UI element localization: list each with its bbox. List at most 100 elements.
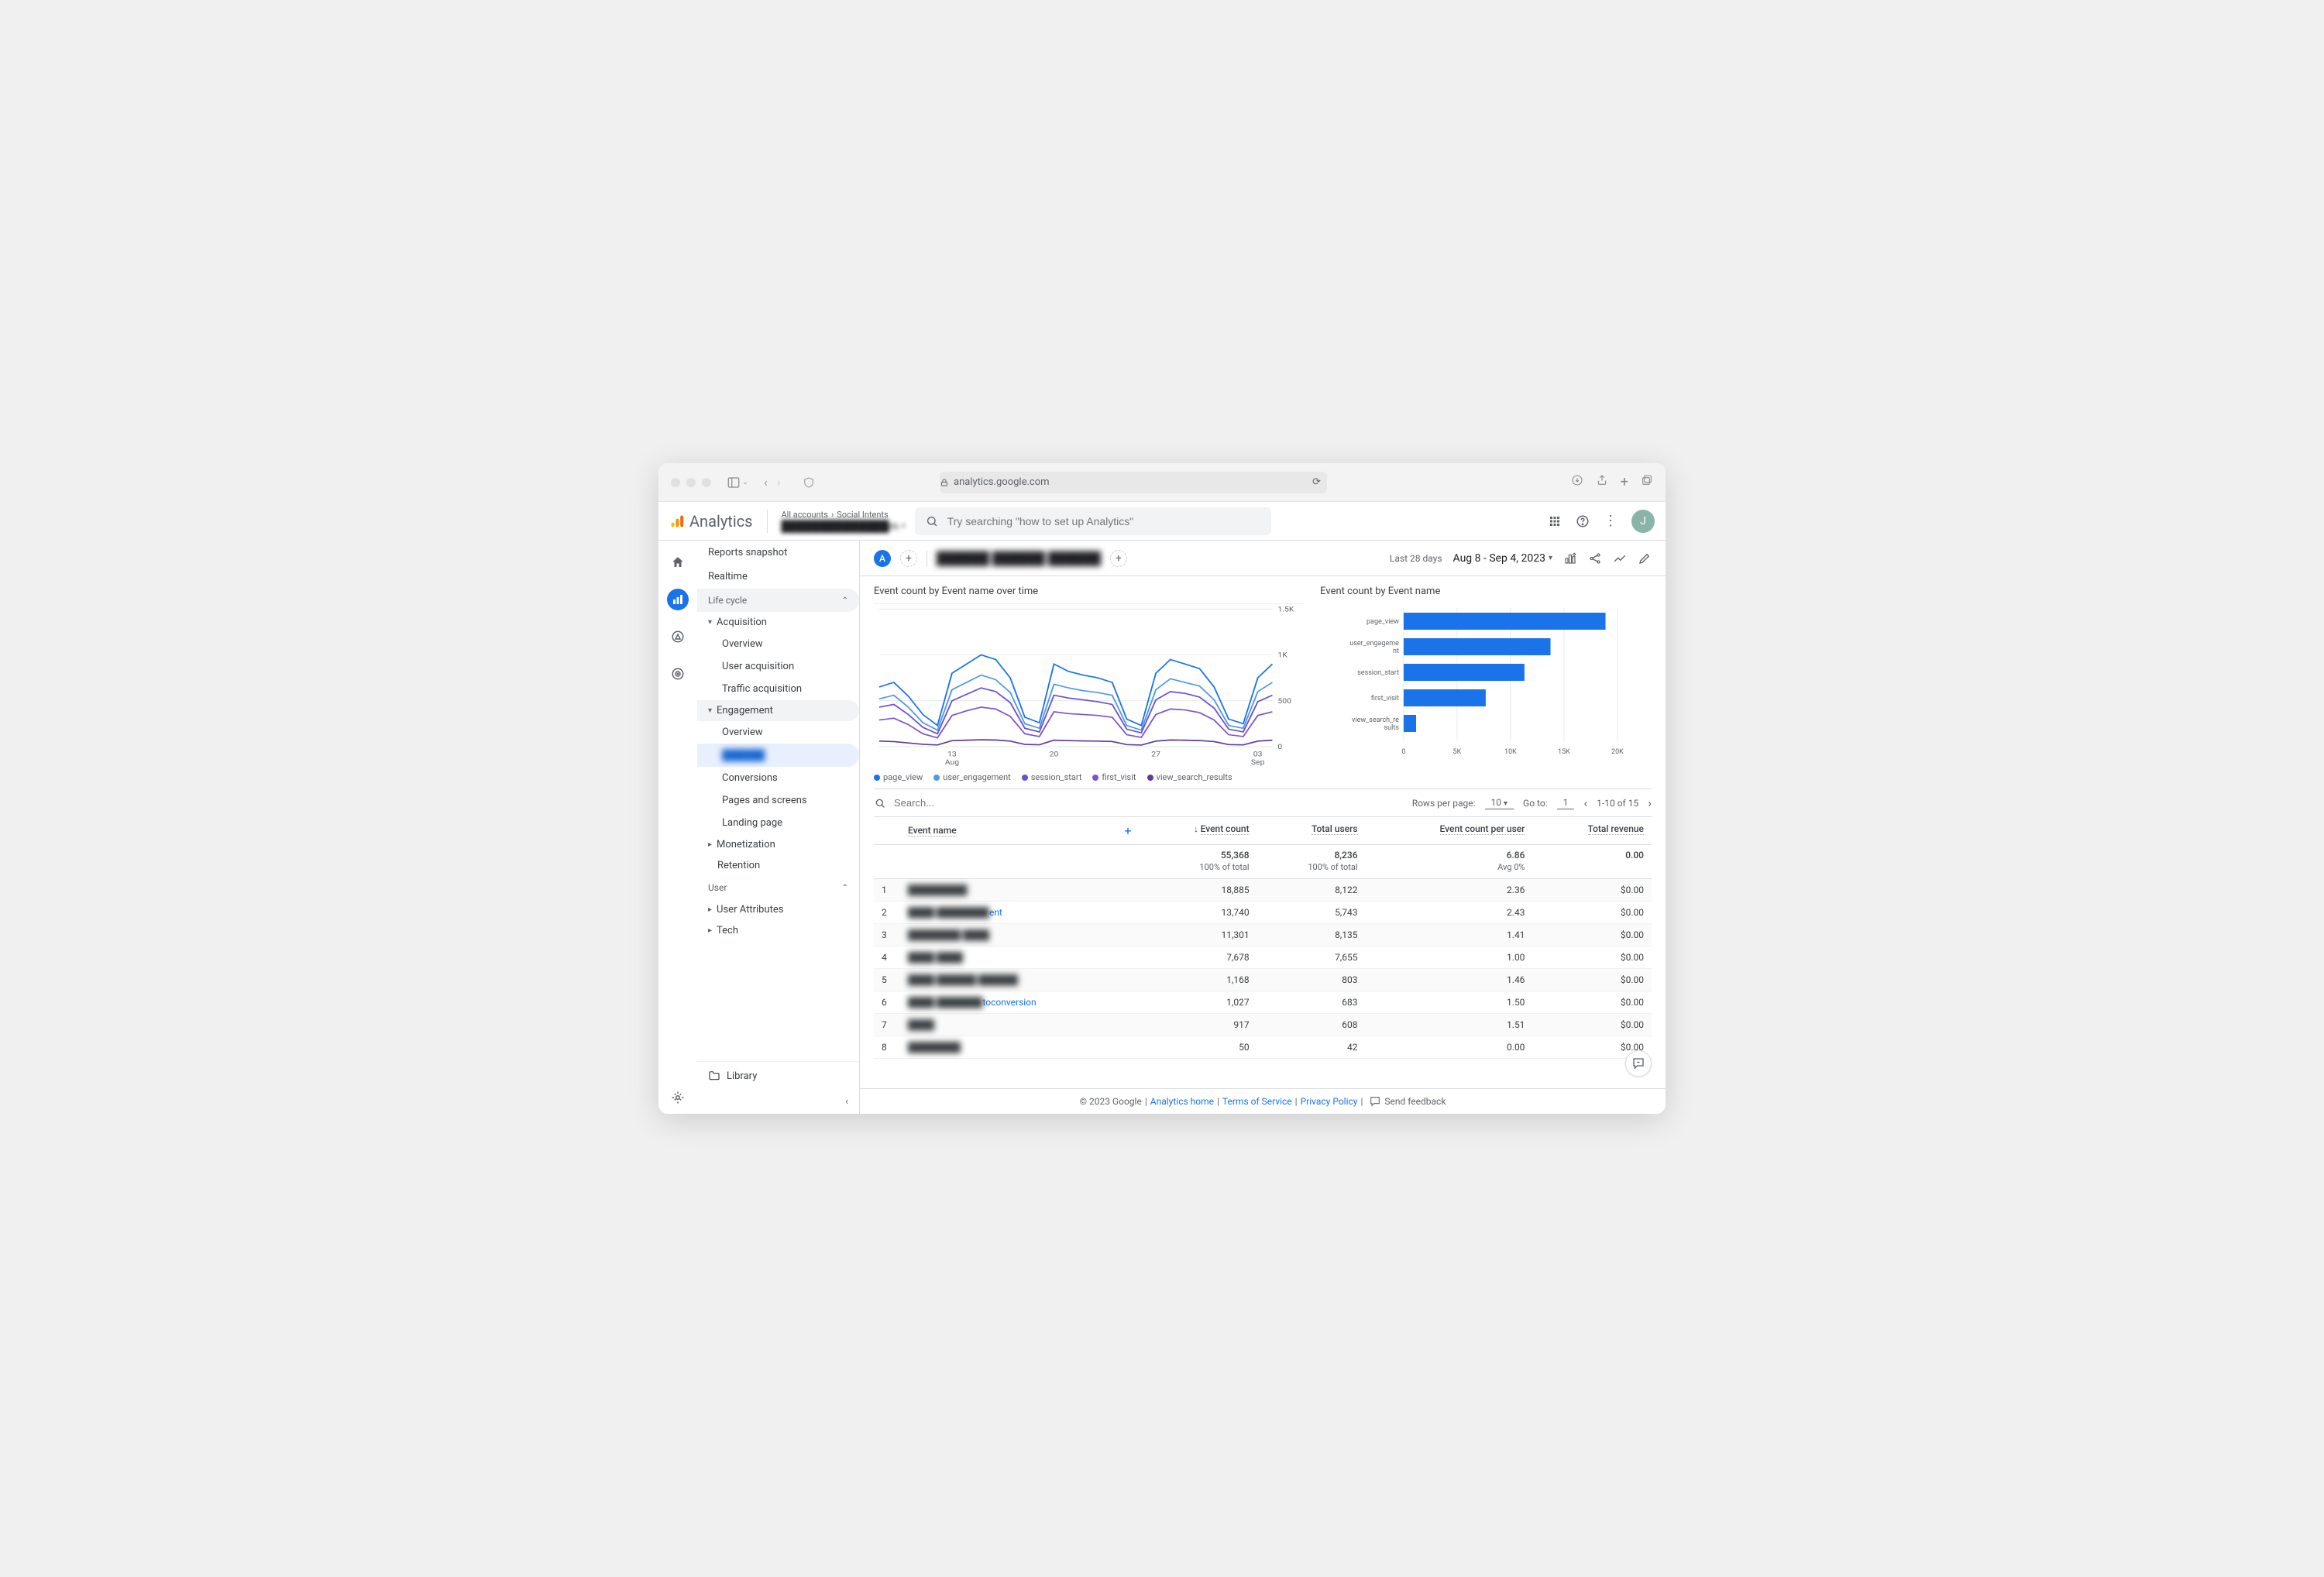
sidebar-section-lifecycle[interactable]: Life cycle⌃	[697, 589, 859, 612]
sidebar-eng-overview[interactable]: Overview	[697, 721, 859, 744]
sidebar-user-acquisition[interactable]: User acquisition	[697, 655, 859, 678]
sidebar-landing-page[interactable]: Landing page	[697, 812, 859, 834]
date-range-picker[interactable]: Aug 8 - Sep 4, 2023▾	[1453, 552, 1552, 565]
edit-icon[interactable]	[1638, 551, 1652, 565]
sidebar-acq-overview[interactable]: Overview	[697, 633, 859, 655]
comparison-chip-a[interactable]: A	[874, 550, 891, 567]
col-total-users[interactable]: Total users	[1312, 823, 1358, 835]
sidebar-toggle-icon[interactable]: ⌄	[727, 475, 748, 490]
sidebar-library[interactable]: Library	[697, 1061, 859, 1090]
minimize-window-icon[interactable]	[686, 478, 696, 487]
event-name-cell[interactable]: ████████ ████	[900, 924, 1140, 947]
event-name-cell[interactable]: ████ ████████ent	[900, 902, 1140, 924]
maximize-window-icon[interactable]	[702, 478, 711, 487]
folder-icon	[708, 1070, 720, 1082]
svg-text:5K: 5K	[1453, 748, 1462, 756]
explore-icon[interactable]	[667, 626, 689, 648]
next-page-icon[interactable]: ›	[1648, 795, 1652, 810]
event-name-cell[interactable]: ████████	[900, 1036, 1140, 1059]
table-row[interactable]: 6████ ███████toconversion1,0276831.50$0.…	[874, 991, 1652, 1014]
footer-privacy[interactable]: Privacy Policy	[1301, 1096, 1358, 1107]
insights-icon[interactable]	[1613, 551, 1627, 565]
footer-tos[interactable]: Terms of Service	[1222, 1096, 1292, 1107]
footer-analytics-home[interactable]: Analytics home	[1150, 1096, 1214, 1107]
url-bar[interactable]: analytics.google.com ⟳	[940, 472, 1327, 493]
brand-text: Analytics	[689, 512, 753, 531]
reports-icon[interactable]	[667, 589, 689, 610]
feedback-fab[interactable]	[1625, 1050, 1652, 1077]
back-button[interactable]: ‹	[764, 475, 768, 490]
table-row[interactable]: 1█████████18,8858,1222.36$0.00	[874, 879, 1652, 902]
admin-gear-icon[interactable]	[667, 1092, 689, 1114]
add-dimension-column[interactable]: +	[1124, 823, 1131, 838]
sidebar-retention[interactable]: Retention	[697, 855, 859, 876]
account-selector[interactable]: All accounts › Social Intents ██████████…	[782, 510, 906, 533]
search-bar[interactable]	[915, 507, 1271, 535]
chevron-down-icon: ▾	[902, 522, 906, 531]
bar-chart[interactable]: 05K10K15K20Kpage_viewuser_engagementsess…	[1320, 603, 1652, 758]
table-row[interactable]: 7████9176081.51$0.00	[874, 1014, 1652, 1036]
shield-icon[interactable]	[803, 476, 815, 489]
event-name-cell[interactable]: █████████	[900, 879, 1140, 902]
download-icon[interactable]	[1571, 474, 1583, 490]
sidebar-realtime[interactable]: Realtime	[697, 565, 859, 589]
share-report-icon[interactable]	[1588, 551, 1602, 565]
apps-icon[interactable]	[1548, 514, 1562, 528]
sidebar-reports-snapshot[interactable]: Reports snapshot	[697, 541, 859, 565]
home-icon[interactable]	[667, 551, 689, 573]
legend-item[interactable]: session_start	[1022, 772, 1082, 782]
analytics-logo[interactable]: Analytics	[669, 512, 753, 531]
table-row[interactable]: 3████████ ████11,3018,1351.41$0.00	[874, 924, 1652, 947]
avatar[interactable]: J	[1631, 510, 1655, 533]
svg-text:20K: 20K	[1611, 748, 1624, 756]
add-dimension-button[interactable]: +	[1110, 550, 1127, 567]
sidebar-monetization[interactable]: ▸Monetization	[697, 834, 859, 855]
col-event-count[interactable]: Event count	[1201, 823, 1250, 835]
event-name-cell[interactable]: ████ ████	[900, 947, 1140, 969]
collapse-sidebar-icon[interactable]: ‹	[697, 1090, 859, 1114]
sidebar-acquisition[interactable]: ▾Acquisition	[697, 612, 859, 633]
legend-item[interactable]: first_visit	[1092, 772, 1136, 782]
legend-item[interactable]: user_engagement	[933, 772, 1011, 782]
sidebar-pages-screens[interactable]: Pages and screens	[697, 789, 859, 812]
table-row[interactable]: 4████ ████7,6787,6551.00$0.00	[874, 947, 1652, 969]
sidebar-section-user[interactable]: User⌃	[697, 876, 859, 899]
line-chart[interactable]: 05001K1.5K13Aug202703Sep	[874, 603, 1305, 766]
event-name-cell[interactable]: ████ ██████ ██████	[900, 969, 1140, 991]
add-comparison-button[interactable]: +	[900, 550, 917, 567]
svg-text:page_view: page_view	[1367, 618, 1399, 626]
share-icon[interactable]	[1596, 474, 1608, 490]
sidebar-eng-selected[interactable]: ██████	[697, 744, 859, 767]
table-row[interactable]: 8████████50420.00$0.00	[874, 1036, 1652, 1059]
table-search-input[interactable]	[894, 797, 1049, 809]
sidebar-traffic-acquisition[interactable]: Traffic acquisition	[697, 678, 859, 700]
event-name-cell[interactable]: ████	[900, 1014, 1140, 1036]
col-event-name[interactable]: Event name	[908, 825, 957, 837]
new-tab-icon[interactable]: +	[1621, 474, 1628, 490]
legend-item[interactable]: page_view	[874, 772, 923, 782]
prev-page-icon[interactable]: ‹	[1583, 795, 1587, 810]
col-per-user[interactable]: Event count per user	[1440, 823, 1525, 835]
more-icon[interactable]: ⋮	[1604, 513, 1618, 529]
advertising-icon[interactable]	[667, 663, 689, 685]
customize-report-icon[interactable]	[1563, 551, 1577, 565]
search-input[interactable]	[947, 515, 1260, 527]
close-window-icon[interactable]	[671, 478, 680, 487]
sidebar-conversions[interactable]: Conversions	[697, 767, 859, 789]
sidebar-engagement[interactable]: ▾Engagement	[697, 700, 859, 721]
col-revenue[interactable]: Total revenue	[1588, 823, 1644, 835]
tabs-icon[interactable]	[1641, 474, 1653, 490]
rows-per-page-select[interactable]: 10 ▾	[1485, 797, 1514, 809]
table-row[interactable]: 2████ ████████ent13,7405,7432.43$0.00	[874, 902, 1652, 924]
sidebar-user-attributes[interactable]: ▸User Attributes	[697, 899, 859, 920]
sidebar-tech[interactable]: ▸Tech	[697, 920, 859, 941]
legend-item[interactable]: view_search_results	[1147, 772, 1232, 782]
table-row[interactable]: 5████ ██████ ██████1,1688031.46$0.00	[874, 969, 1652, 991]
window-controls	[671, 478, 711, 487]
goto-input[interactable]: 1	[1557, 797, 1575, 809]
forward-button[interactable]: ›	[777, 475, 781, 490]
reload-icon[interactable]: ⟳	[1312, 476, 1321, 488]
event-name-cell[interactable]: ████ ███████toconversion	[900, 991, 1140, 1014]
footer-send-feedback[interactable]: Send feedback	[1384, 1096, 1446, 1107]
help-icon[interactable]	[1576, 514, 1590, 528]
